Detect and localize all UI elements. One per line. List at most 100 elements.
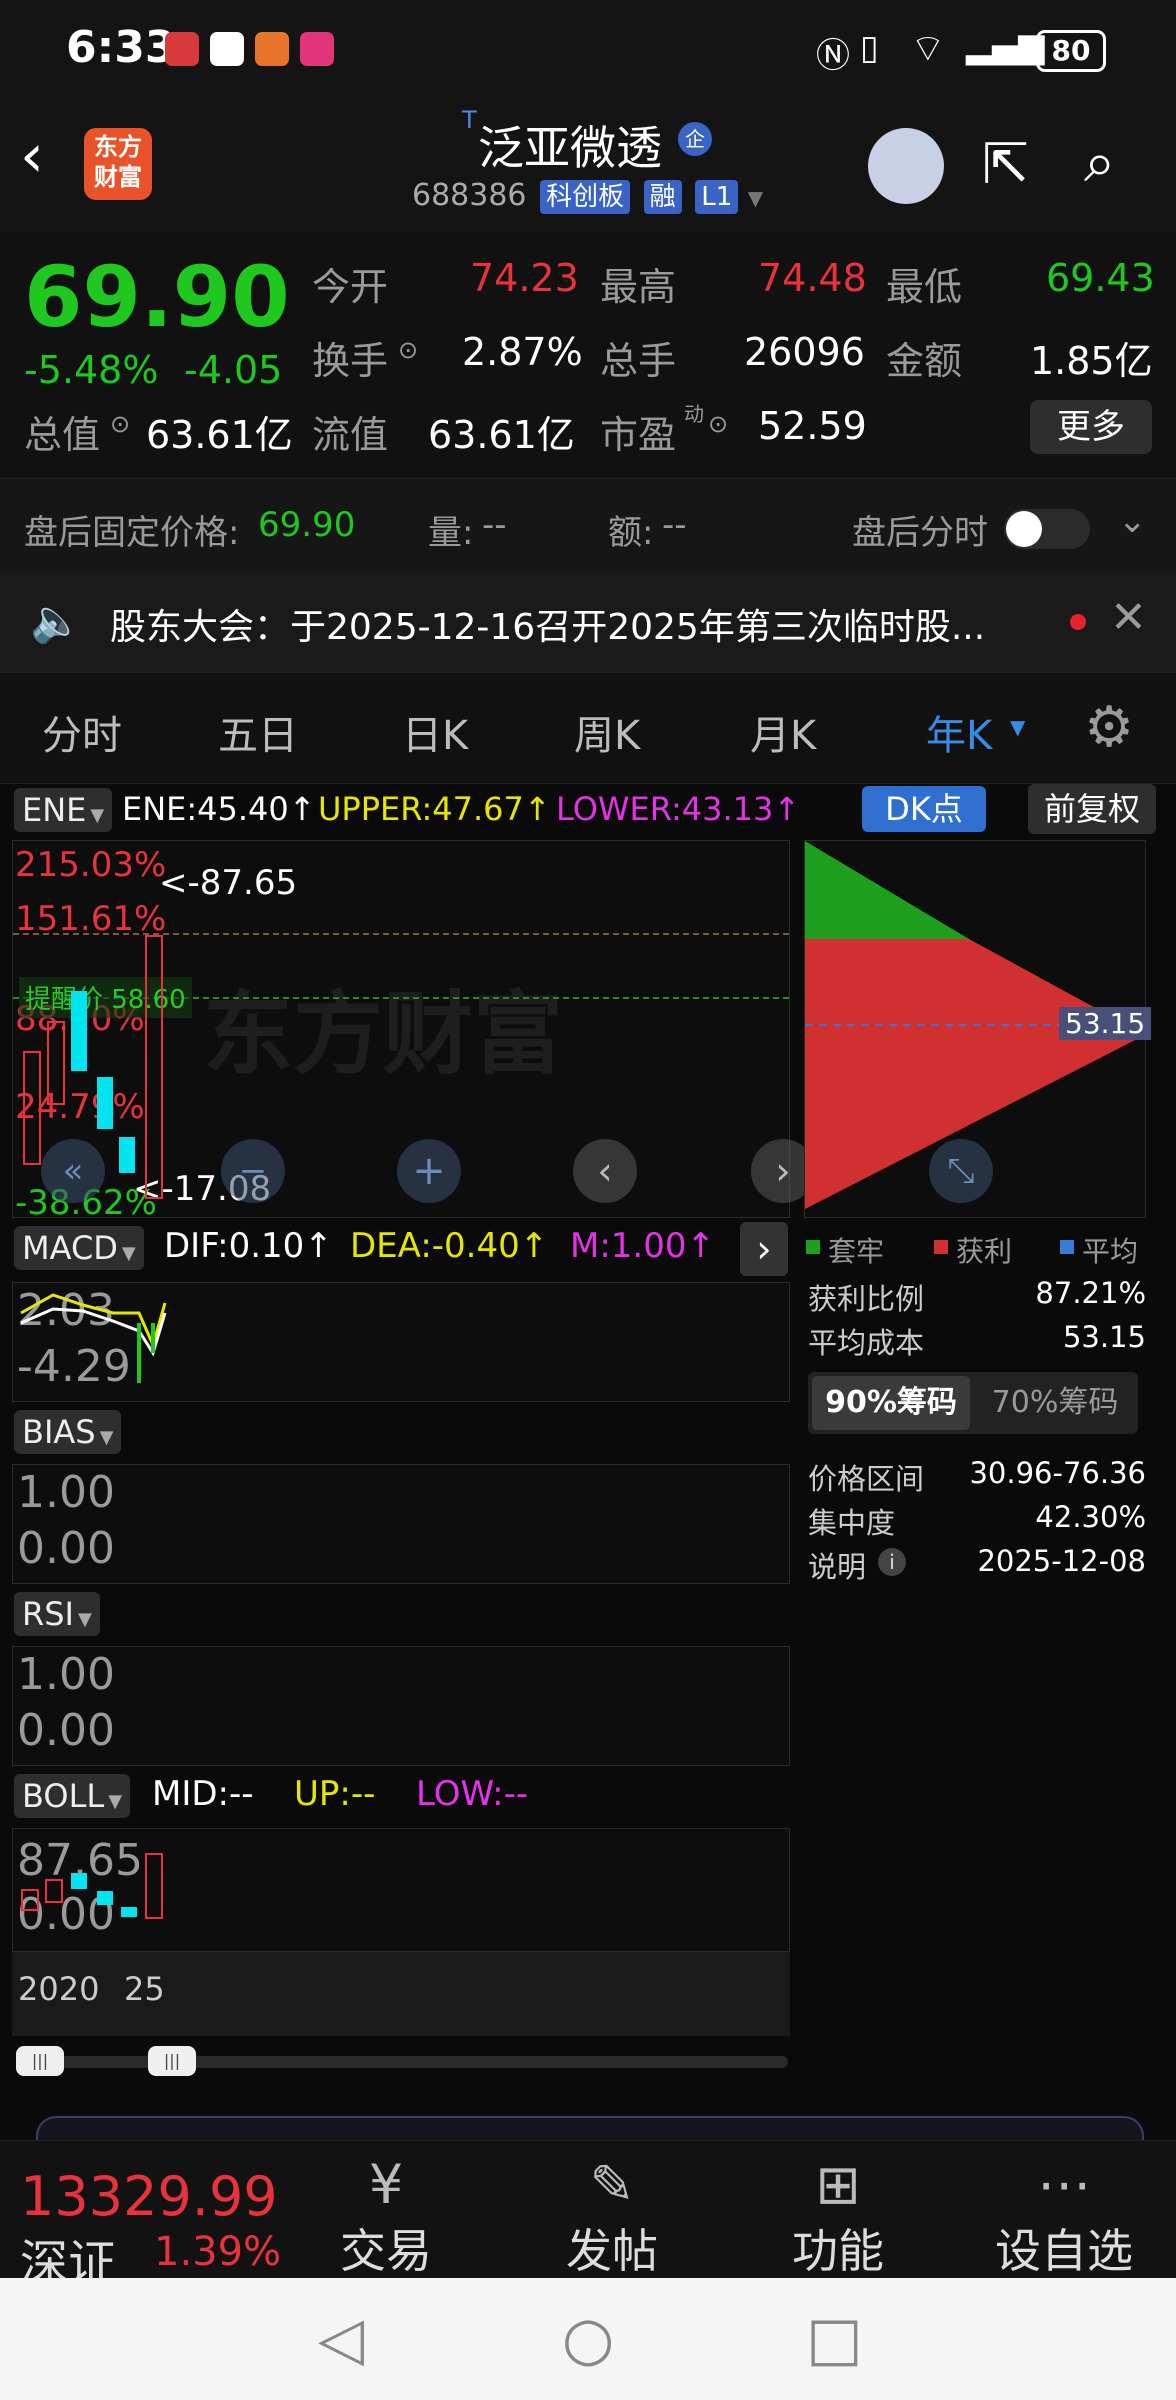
after-hours-toggle[interactable] xyxy=(1004,509,1090,549)
boll-up: UP:-- xyxy=(294,1774,376,1814)
status-time: 6:33 xyxy=(66,22,176,73)
notice-bar[interactable]: 🔈 股东大会：于2025-12-16召开2025年第三次临时股... ✕ xyxy=(0,572,1176,672)
bias-chart[interactable]: 1.00 0.00 xyxy=(12,1464,790,1584)
tab-minute[interactable]: 分时 xyxy=(42,703,122,761)
chevron-down-icon[interactable]: ▼ xyxy=(748,186,763,210)
close-icon[interactable]: ✕ xyxy=(1110,592,1147,643)
legend-average: 平均 xyxy=(1082,1235,1139,1268)
back-icon[interactable]: ‹ xyxy=(20,126,44,186)
index-value[interactable]: 13329.99 xyxy=(20,2165,278,2228)
nav-trade[interactable]: ¥ 交易 xyxy=(306,2155,466,2281)
margin-badge: 融 xyxy=(643,180,682,214)
dk-point-button[interactable]: DK点 xyxy=(862,786,986,832)
concentration-label: 集中度 xyxy=(808,1506,896,1540)
high-value: 74.48 xyxy=(758,256,867,300)
tab-year-k[interactable]: 年K xyxy=(926,703,992,761)
boll-low: LOW:-- xyxy=(416,1774,529,1814)
range-handle-right[interactable]: ||| xyxy=(148,2046,196,2076)
notice-text[interactable]: 股东大会：于2025-12-16召开2025年第三次临时股... xyxy=(110,598,985,650)
edit-icon: ✎ xyxy=(589,2153,635,2216)
nfc-icon: Ⓝ xyxy=(816,36,850,76)
bottom-bar: 13329.99 深证 1.39% ¥ 交易 ✎ 发帖 ⊞ 功能 ⋯ 设自选 xyxy=(0,2140,1176,2291)
expand-icon[interactable]: ⤡ xyxy=(929,1139,993,1203)
volume-label: 总手 xyxy=(600,339,677,383)
status-bar: 6:33 Ⓝ ▯ ⌔ ▂▄▆ 80 xyxy=(0,0,1176,100)
battery-icon: 80 xyxy=(1036,30,1106,72)
bias-indicator-button[interactable]: BIAS ▼ xyxy=(14,1410,122,1454)
info-icon[interactable]: ⊙ xyxy=(708,410,728,438)
share-icon[interactable]: ⇱ xyxy=(982,132,1029,197)
caret-down-icon: ▼ xyxy=(108,1791,123,1812)
boll-mid: MID:-- xyxy=(152,1774,254,1814)
rsi-indicator-button[interactable]: RSI ▼ xyxy=(14,1592,100,1636)
concentration-value: 42.30% xyxy=(1035,1500,1146,1534)
candle xyxy=(71,1873,87,1889)
tab-week-k[interactable]: 周K xyxy=(574,703,640,761)
low-value: 69.43 xyxy=(1046,256,1155,300)
caret-down-icon: ▼ xyxy=(90,805,105,826)
speaker-icon: 🔈 xyxy=(30,596,83,645)
caret-down-icon[interactable]: ▼ xyxy=(1010,715,1025,739)
logo-text-bottom: 财富 xyxy=(94,163,142,191)
rewind-icon[interactable]: « xyxy=(41,1139,105,1203)
high-label: 最高 xyxy=(600,265,677,309)
nav-functions[interactable]: ⊞ 功能 xyxy=(758,2155,918,2281)
info-icon[interactable]: ⊙ xyxy=(110,410,130,438)
ene-value: ENE:45.40↑ xyxy=(122,790,316,828)
nav-home-icon[interactable]: ○ xyxy=(562,2304,614,2374)
y-label: 215.03% xyxy=(15,845,167,885)
chevron-right-icon[interactable]: › xyxy=(740,1222,788,1276)
tab-five-day[interactable]: 五日 xyxy=(218,703,298,761)
kline-chart[interactable]: 东方财富 215.03% 151.61% 88.20% 24.79% -38.6… xyxy=(12,840,815,1223)
tab-70-chips[interactable]: 70%筹码 xyxy=(976,1376,1134,1430)
stock-name[interactable]: 泛亚微透 xyxy=(478,112,662,178)
nav-back-icon[interactable]: ◁ xyxy=(318,2304,364,2374)
tab-month-k[interactable]: 月K xyxy=(750,703,816,761)
range-scrollbar[interactable]: ||| ||| xyxy=(16,2046,788,2076)
rsi-chart[interactable]: 1.00 0.00 xyxy=(12,1646,790,1766)
tab-90-chips[interactable]: 90%筹码 xyxy=(812,1376,970,1430)
nav-recents-icon[interactable]: □ xyxy=(806,2304,863,2374)
adjust-button[interactable]: 前复权 xyxy=(1028,784,1156,834)
holder-area xyxy=(805,841,969,939)
unread-dot xyxy=(1070,614,1086,630)
high-marker: <-87.65 xyxy=(159,863,298,903)
boll-chart[interactable]: 87.65 0.00 xyxy=(12,1828,790,1952)
assistant-avatar[interactable] xyxy=(868,128,944,204)
tab-day-k[interactable]: 日K xyxy=(402,703,468,761)
rsi-y-top: 1.00 xyxy=(17,1649,115,1700)
ene-indicator-button[interactable]: ENE ▼ xyxy=(14,788,113,832)
x-axis-end: 25 xyxy=(124,1970,165,2008)
app-logo[interactable]: 东方 财富 xyxy=(84,128,152,200)
more-button[interactable]: 更多 xyxy=(1030,400,1152,454)
boll-name: BOLL xyxy=(22,1777,105,1815)
ene-lower: LOWER:43.13↑ xyxy=(556,790,801,828)
float-label: 流值 xyxy=(312,413,389,457)
gear-icon[interactable]: ⚙ xyxy=(1084,695,1134,760)
info-icon[interactable]: ⊙ xyxy=(398,336,418,364)
chevron-down-icon[interactable]: ⌄ xyxy=(1118,501,1147,541)
prev-icon[interactable]: ‹ xyxy=(573,1139,637,1203)
change-amount: -4.05 xyxy=(184,348,283,392)
macd-indicator-button[interactable]: MACD ▼ xyxy=(14,1226,144,1270)
macd-chart[interactable]: 2.03 -4.29 xyxy=(12,1282,790,1402)
zoom-out-icon[interactable]: − xyxy=(221,1139,285,1203)
alert-price-label[interactable]: 提醒价 58.60 xyxy=(19,977,192,1018)
info-icon[interactable]: i xyxy=(878,1548,906,1576)
bias-y-top: 1.00 xyxy=(17,1467,115,1518)
mktcap-value: 63.61亿 xyxy=(146,413,293,457)
chip-distribution-chart[interactable]: 53.15 ⤡ xyxy=(804,840,1152,1218)
after-volume-label: 量: xyxy=(428,513,474,553)
candle xyxy=(47,1021,65,1105)
zoom-in-icon[interactable]: + xyxy=(397,1139,461,1203)
range-handle-left[interactable]: ||| xyxy=(16,2046,64,2076)
note-value: 2025-12-08 xyxy=(977,1544,1146,1578)
open-label: 今开 xyxy=(312,265,389,309)
nav-post-label: 发帖 xyxy=(566,2224,658,2278)
boll-indicator-button[interactable]: BOLL ▼ xyxy=(14,1774,131,1818)
board-badge: 科创板 xyxy=(540,180,631,214)
fixed-price-label: 盘后固定价格: xyxy=(24,513,240,553)
nav-add-watchlist[interactable]: ⋯ 设自选 xyxy=(984,2155,1144,2281)
search-icon[interactable]: ⌕ xyxy=(1084,130,1115,196)
nav-post[interactable]: ✎ 发帖 xyxy=(532,2155,692,2281)
